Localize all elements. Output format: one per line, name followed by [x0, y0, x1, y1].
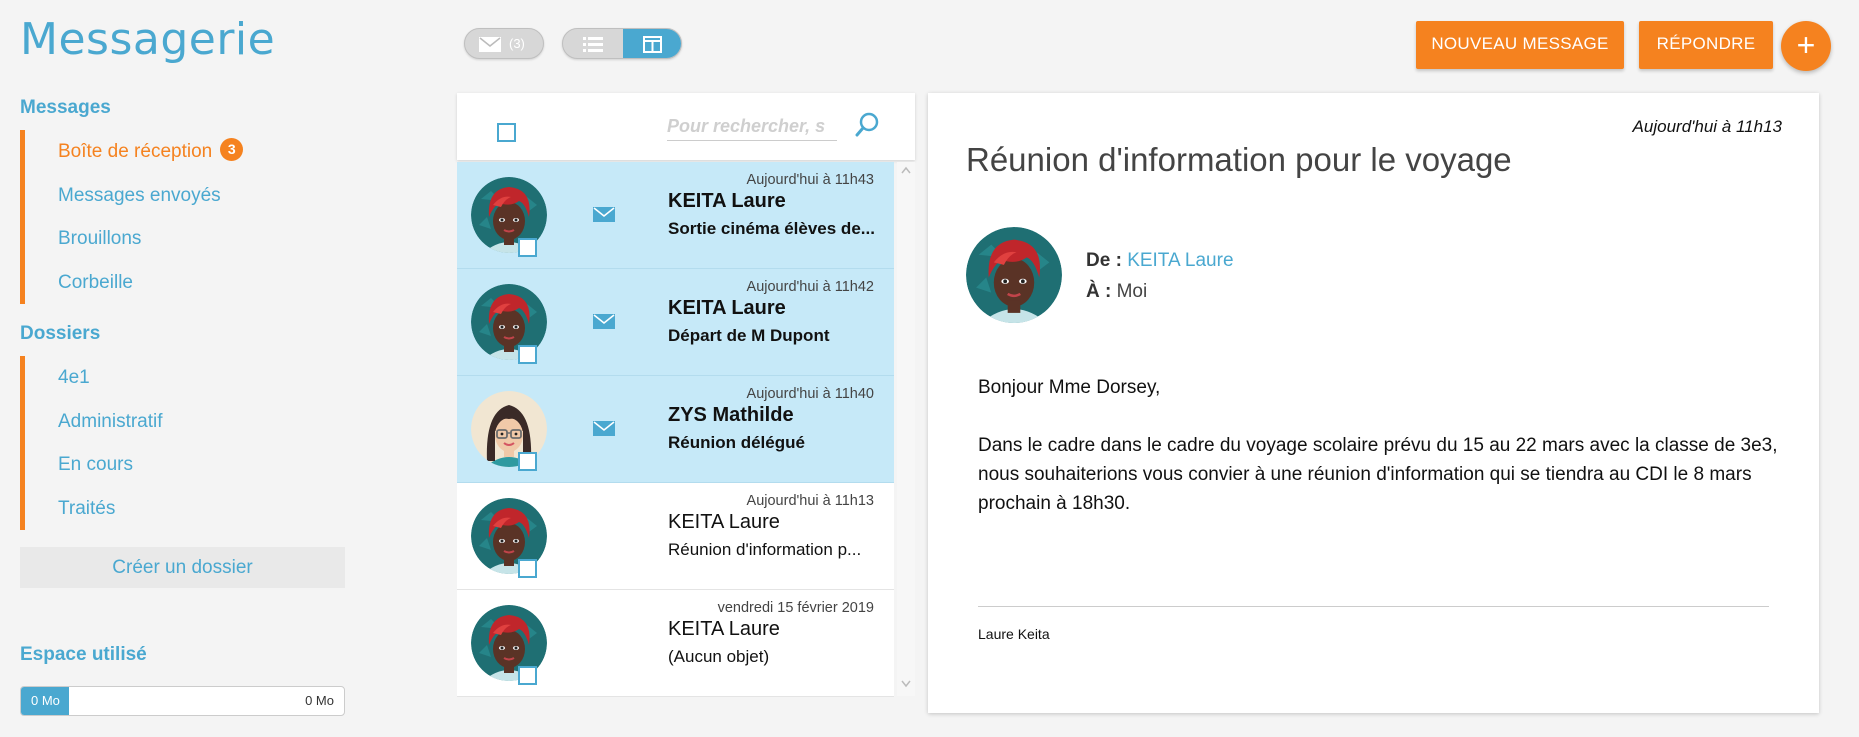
unread-envelope-icon — [593, 207, 615, 227]
sidebar-item-label: Traités — [58, 497, 116, 519]
unread-badge: 3 — [220, 138, 244, 162]
message-sender: ZYS Mathilde — [668, 404, 794, 426]
message-subject: Réunion délégué — [668, 433, 805, 452]
split-view-button[interactable] — [623, 29, 681, 58]
sidebar-item-label: Brouillons — [58, 228, 142, 249]
folders-nav: 4e1 Administratif En cours Traités — [20, 356, 320, 530]
row-checkbox[interactable] — [518, 559, 537, 578]
signature: Laure Keita — [978, 626, 1050, 642]
sidebar-item-label: Messages envoyés — [58, 184, 221, 206]
message-subject: Réunion d'information p... — [668, 540, 862, 559]
split-view-icon — [643, 36, 662, 58]
sidebar-folder-4e1[interactable]: 4e1 — [25, 356, 320, 400]
row-checkbox[interactable] — [518, 666, 537, 685]
list-view-button[interactable] — [563, 29, 623, 58]
storage-bar: 0 Mo 0 Mo — [20, 686, 345, 716]
message-sender: KEITA Laure — [668, 190, 786, 212]
new-message-button[interactable]: NOUVEAU MESSAGE — [1416, 21, 1624, 69]
message-subject: (Aucun objet) — [668, 647, 770, 666]
sidebar-folder-administratif[interactable]: Administratif — [25, 400, 320, 444]
message-sender: KEITA Laure — [668, 618, 780, 640]
message-subject: Départ de M Dupont — [668, 326, 830, 345]
message-sender: KEITA Laure — [668, 511, 780, 533]
scroll-up-icon[interactable] — [901, 166, 911, 176]
message-list: Aujourd'hui à 11h43 KEITA Laure Sortie c… — [457, 162, 894, 697]
storage-section-title: Espace utilisé — [20, 644, 147, 665]
message-sender: KEITA Laure — [668, 297, 786, 319]
storage-max: 0 Mo — [305, 693, 334, 708]
search-icon[interactable] — [854, 111, 882, 144]
sidebar-item-label: Administratif — [58, 410, 163, 432]
reader-date: Aujourd'hui à 11h13 — [1632, 117, 1782, 136]
scroll-down-icon[interactable] — [901, 680, 911, 690]
reading-pane: Aujourd'hui à 11h13 Réunion d'informatio… — [928, 93, 1819, 713]
sidebar-item-drafts[interactable]: Brouillons — [25, 217, 320, 261]
message-list-panel: Aujourd'hui à 11h43 KEITA Laure Sortie c… — [457, 93, 915, 697]
select-all-checkbox[interactable] — [497, 123, 516, 142]
reader-from-line: De : KEITA Laure — [1086, 250, 1234, 272]
view-mode-toggle — [562, 28, 682, 59]
app-title: Messagerie — [20, 14, 276, 65]
row-checkbox[interactable] — [518, 238, 537, 257]
message-greeting: Bonjour Mme Dorsey, — [978, 377, 1161, 398]
message-list-scrollbar[interactable] — [897, 162, 915, 696]
sidebar-item-trash[interactable]: Corbeille — [25, 261, 320, 305]
sidebar-item-label: Corbeille — [58, 271, 133, 293]
message-row[interactable]: Aujourd'hui à 11h42 KEITA Laure Départ d… — [457, 269, 894, 376]
sender-avatar — [966, 227, 1062, 323]
reader-to-line: À : Moi — [1086, 281, 1147, 303]
message-date: Aujourd'hui à 11h42 — [746, 279, 874, 295]
sidebar-folder-traites[interactable]: Traités — [25, 487, 320, 531]
sidebar-item-label: Boîte de réception — [58, 141, 213, 162]
message-body: Bonjour Mme Dorsey, Dans le cadre dans l… — [978, 373, 1778, 547]
message-date: Aujourd'hui à 11h43 — [746, 172, 874, 188]
message-row[interactable]: Aujourd'hui à 11h43 KEITA Laure Sortie c… — [457, 162, 894, 269]
sidebar-item-sent[interactable]: Messages envoyés — [25, 174, 320, 218]
unread-envelope-icon — [593, 421, 615, 441]
list-icon — [583, 37, 603, 57]
reply-button[interactable]: RÉPONDRE — [1639, 21, 1773, 69]
sidebar-folder-en-cours[interactable]: En cours — [25, 443, 320, 487]
recipient: Moi — [1116, 281, 1148, 302]
message-date: Aujourd'hui à 11h13 — [746, 493, 874, 509]
row-checkbox[interactable] — [518, 452, 537, 471]
message-paragraph: Dans le cadre dans le cadre du voyage sc… — [978, 435, 1778, 514]
message-row[interactable]: vendredi 15 février 2019 KEITA Laure (Au… — [457, 590, 894, 697]
reader-subject: Réunion d'information pour le voyage — [966, 141, 1512, 178]
message-date: vendredi 15 février 2019 — [717, 600, 874, 616]
signature-divider — [978, 606, 1769, 607]
unread-filter-toggle[interactable]: (3) — [464, 28, 544, 59]
sidebar: Messagerie Messages Boîte de réception 3 … — [20, 0, 345, 737]
unread-count: (3) — [509, 36, 525, 51]
sidebar-item-label: En cours — [58, 454, 133, 475]
messages-nav: Boîte de réception 3 Messages envoyés Bro… — [20, 130, 320, 304]
search-input[interactable] — [667, 113, 837, 141]
message-date: Aujourd'hui à 11h40 — [746, 386, 874, 402]
sidebar-item-inbox[interactable]: Boîte de réception 3 — [25, 130, 320, 174]
unread-envelope-icon — [593, 314, 615, 334]
sidebar-item-label: 4e1 — [58, 367, 90, 388]
message-row[interactable]: Aujourd'hui à 11h40 ZYS Mathilde Réunion… — [457, 376, 894, 483]
storage-used: 0 Mo — [21, 687, 70, 715]
sender-link[interactable]: KEITA Laure — [1127, 250, 1233, 271]
folders-section-title: Dossiers — [20, 323, 101, 344]
message-subject: Sortie cinéma élèves de... — [668, 219, 875, 238]
create-folder-button[interactable]: Créer un dossier — [20, 547, 345, 588]
envelope-icon — [479, 37, 501, 57]
from-label: De : — [1086, 250, 1122, 271]
messages-section-title: Messages — [20, 97, 111, 118]
add-button[interactable]: + — [1781, 21, 1831, 71]
message-row[interactable]: Aujourd'hui à 11h13 KEITA Laure Réunion … — [457, 483, 894, 590]
message-list-header — [457, 93, 915, 160]
to-label: À : — [1086, 281, 1112, 302]
row-checkbox[interactable] — [518, 345, 537, 364]
